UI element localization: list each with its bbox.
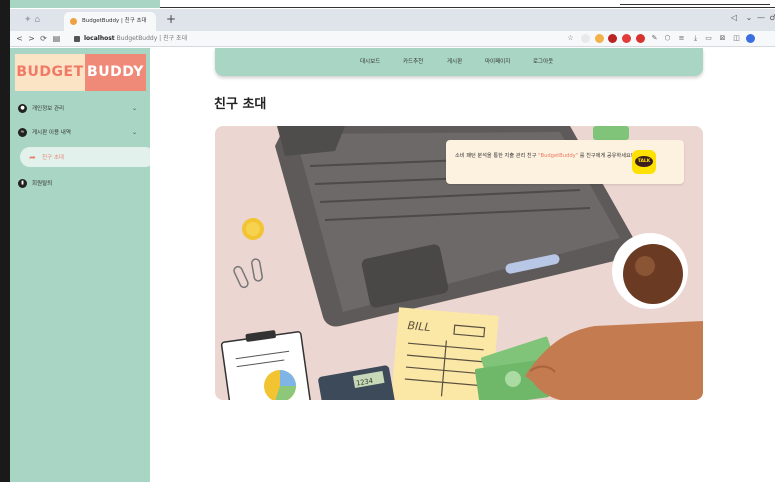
reload-button[interactable]: ⟳: [38, 33, 49, 44]
extension-icon[interactable]: ✎: [650, 34, 659, 43]
download-icon[interactable]: ⤓: [691, 34, 700, 43]
sidebar-item-withdraw[interactable]: ▮ 회원탈퇴: [18, 173, 143, 193]
browser-tab-active[interactable]: BudgetBuddy | 친구 초대: [64, 12, 156, 31]
extension-icon[interactable]: [595, 34, 604, 43]
main-content: 대시보드 카드추천 게시판 마이페이지 로그아웃 친구 초대 BILL 1234…: [150, 48, 775, 482]
forward-button[interactable]: >: [26, 33, 37, 44]
invite-message: 소비 패턴 분석을 통한 지출 관리 친구 "BudgetBuddy" 를 친구…: [455, 152, 640, 161]
bill-label: BILL: [407, 319, 431, 334]
reader-mode-icon[interactable]: ▤: [51, 33, 62, 44]
invite-message-suffix: 를 친구에게 공유하세요!: [578, 153, 633, 159]
invite-message-text: 소비 패턴 분석을 통한 지출 관리 친구: [455, 153, 539, 159]
extension-icon[interactable]: [636, 34, 645, 43]
nav-dashboard[interactable]: 대시보드: [360, 48, 380, 76]
top-navigation: 대시보드 카드추천 게시판 마이페이지 로그아웃: [215, 48, 703, 76]
logo[interactable]: BUDGET BUDDY: [15, 54, 146, 91]
profile-icon[interactable]: [746, 34, 755, 43]
invite-highlight: "BudgetBuddy": [538, 153, 579, 159]
collections-icon[interactable]: ⊠: [718, 34, 727, 43]
invite-message-card: 소비 패턴 분석을 통한 지출 관리 친구 "BudgetBuddy" 를 친구…: [446, 140, 684, 184]
chevron-down-icon: ⌄: [131, 128, 137, 136]
extension-icon[interactable]: [608, 34, 617, 43]
url-rest: BudgetBuddy | 친구 초대: [116, 35, 188, 42]
url-host: localhost: [84, 35, 115, 42]
screen-frame-left: [0, 0, 10, 482]
favicon-icon: [70, 18, 77, 25]
sidebar-toggle-icon[interactable]: ▭: [704, 34, 713, 43]
sidebar-item-label: 친구 초대: [42, 155, 64, 161]
chat-icon: ≈: [18, 127, 27, 137]
window-close-button[interactable]: ♂: [767, 13, 775, 22]
tab-ghost-icon[interactable]: ✦ ⌂: [24, 15, 54, 25]
chevron-down-icon: ⌄: [131, 104, 137, 112]
logo-budget: BUDGET: [15, 54, 85, 91]
sidebar-item-label: 개인정보 관리: [32, 106, 65, 112]
kakao-talk-share-button[interactable]: TALK: [632, 150, 656, 174]
favorites-icon[interactable]: ≡: [677, 34, 686, 43]
screen-frame-top: [0, 0, 775, 8]
sidebar: BUDGET BUDDY ● 개인정보 관리 ⌄ ≈ 게시판 이용 내역 ⌄ ➦…: [10, 48, 155, 482]
frame-line: [620, 4, 770, 5]
sidebar-item-label: 회원탈퇴: [32, 181, 53, 187]
tab-title: BudgetBuddy | 친구 초대: [82, 18, 147, 24]
nav-logout[interactable]: 로그아웃: [533, 48, 553, 76]
star-icon[interactable]: ☆: [566, 34, 575, 43]
speaker-icon[interactable]: ◁: [728, 13, 740, 22]
sidebar-item-invite[interactable]: ➦ 친구 초대: [20, 147, 155, 167]
new-tab-button[interactable]: +: [164, 12, 178, 26]
nav-card-recommend[interactable]: 카드추천: [403, 48, 423, 76]
back-button[interactable]: <: [14, 33, 25, 44]
nav-mypage[interactable]: 마이페이지: [485, 48, 510, 76]
chevron-down-icon[interactable]: ⌄: [743, 13, 755, 22]
sidebar-item-board-history[interactable]: ≈ 게시판 이용 내역 ⌄: [18, 122, 143, 142]
browser-tab-bar: ✦ ⌂ BudgetBuddy | 친구 초대 + ◁ ⌄ — ♂: [10, 9, 775, 31]
lock-icon: [74, 35, 80, 42]
nav-board[interactable]: 게시판: [447, 48, 462, 76]
sidebar-item-profile[interactable]: ● 개인정보 관리 ⌄: [18, 98, 143, 118]
split-view-icon[interactable]: ◫: [732, 34, 741, 43]
adblock-icon[interactable]: [622, 34, 631, 43]
sidebar-item-label: 게시판 이용 내역: [32, 130, 71, 136]
share-icon: ➦: [29, 152, 36, 162]
trash-icon: ▮: [18, 178, 27, 188]
user-icon: ●: [18, 103, 27, 113]
kakao-talk-icon: TALK: [635, 156, 653, 167]
logo-buddy: BUDDY: [85, 54, 146, 91]
puzzle-icon[interactable]: ⬡: [663, 34, 672, 43]
invite-illustration: BILL 1234 소비 패턴 분석을 통한 지출 관리 친구 "BudgetB…: [215, 126, 703, 400]
translate-icon[interactable]: [581, 34, 590, 43]
url-field[interactable]: localhost BudgetBuddy | 친구 초대: [74, 33, 187, 44]
frame-mint-strip: [10, 0, 160, 8]
window-minimize-button[interactable]: —: [755, 13, 767, 22]
browser-address-bar: < > ⟳ ▤ localhost BudgetBuddy | 친구 초대 ☆ …: [10, 31, 775, 47]
page-title: 친구 초대: [214, 97, 267, 112]
